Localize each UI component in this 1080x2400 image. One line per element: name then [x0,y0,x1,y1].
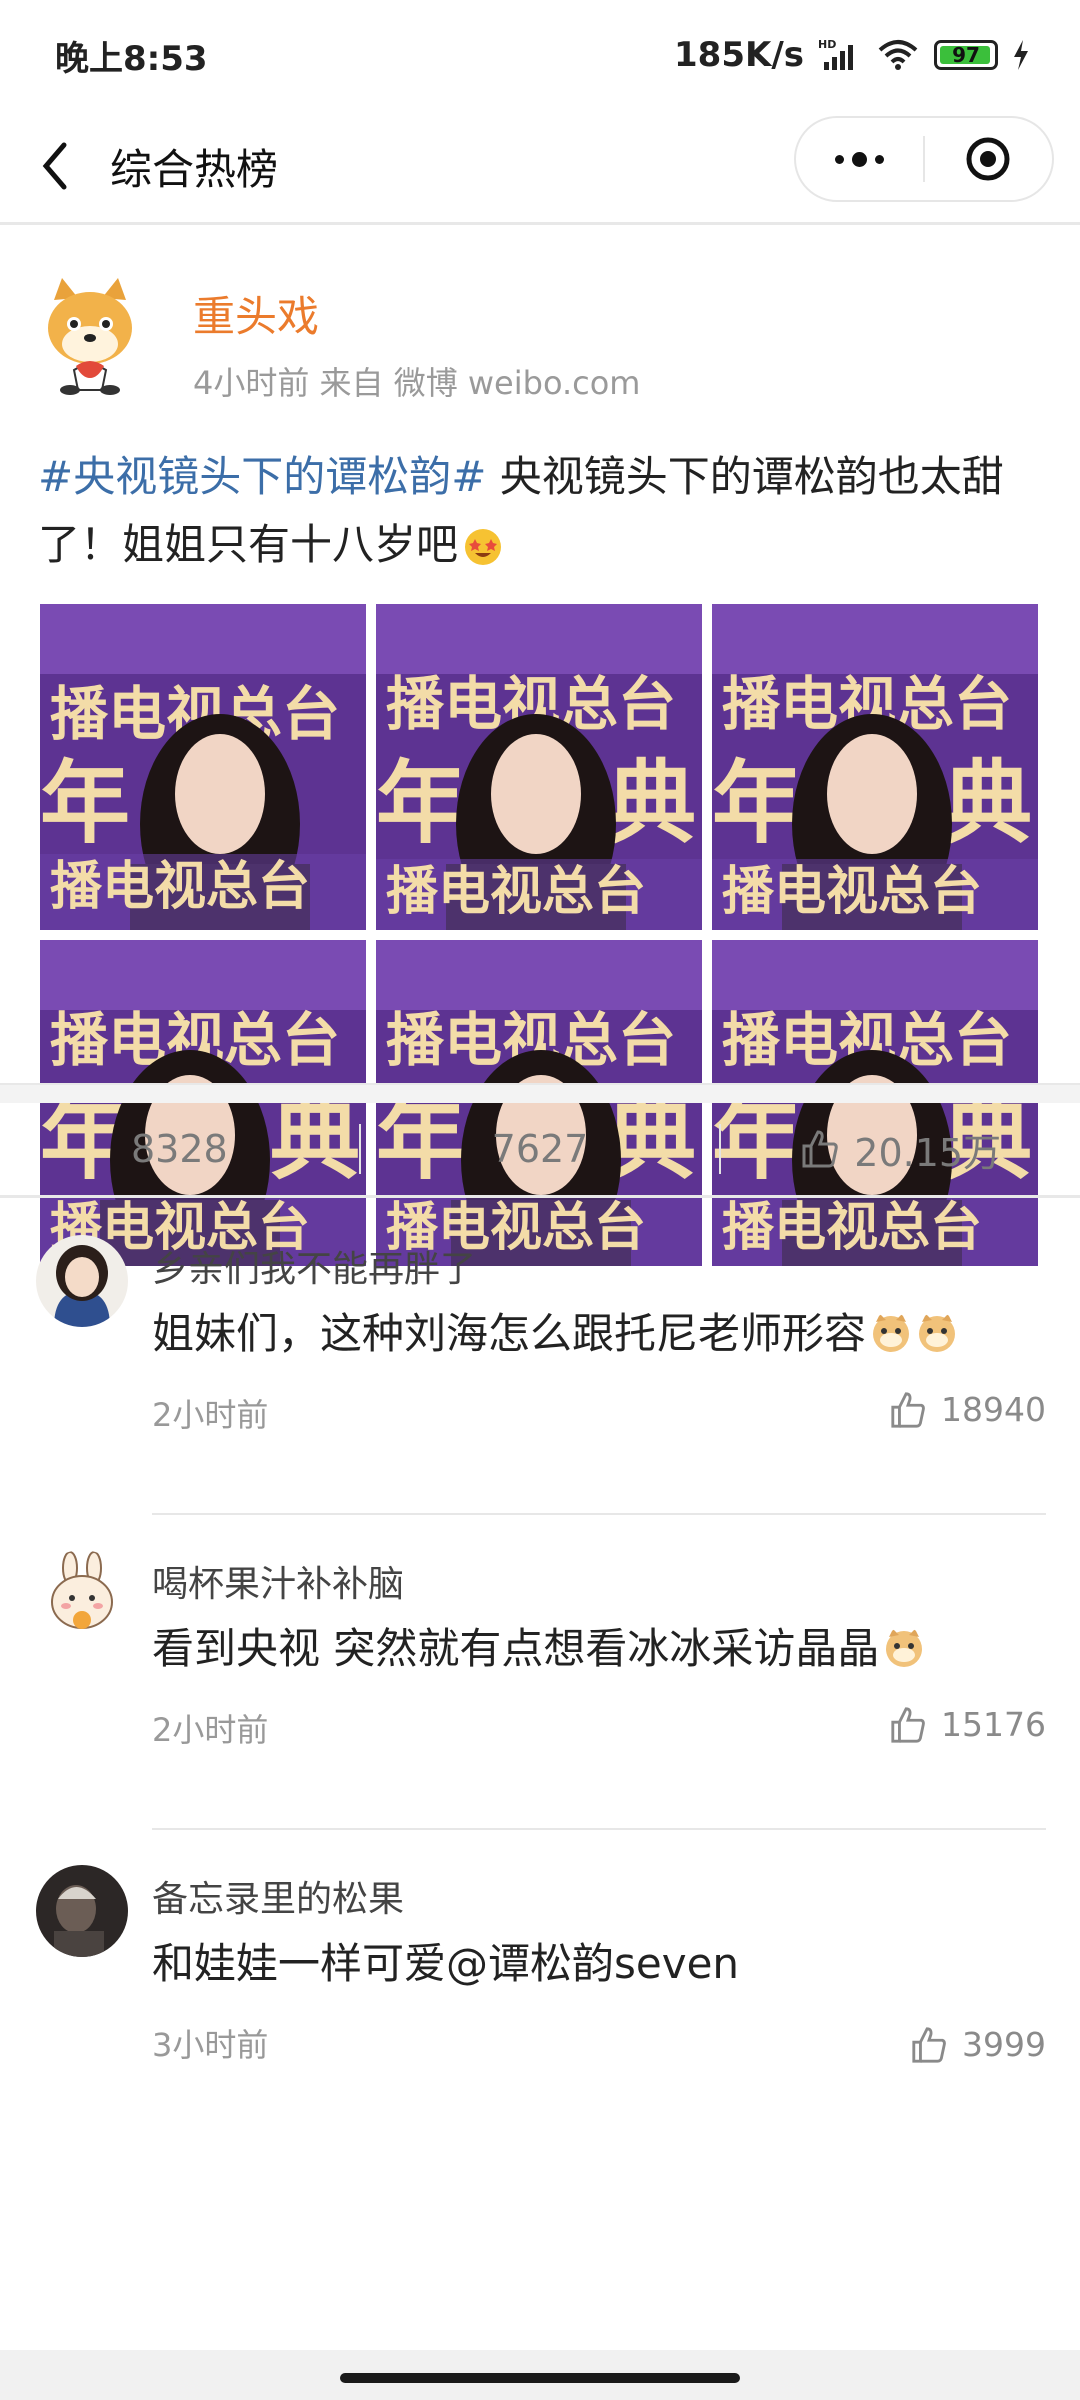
svg-text:播电视总台: 播电视总台 [722,862,982,922]
svg-text:播电视总台: 播电视总台 [50,857,310,917]
status-bar: 晚上8:53 185K/s HD 97 [0,0,1080,110]
post-image[interactable]: 播电视总台 年 典 播电视总台 [712,604,1038,930]
wifi-icon [878,40,918,70]
weibo-post: 重头戏 4小时前 来自 微博 weibo.com #央视镜头下的谭松韵# 央视镜… [0,228,1080,1266]
thumbs-up-icon [891,1391,925,1428]
starstruck-emoji [465,529,502,565]
comment-body: 和娃娃一样可爱@谭松韵seven [152,1939,740,1988]
svg-text:年: 年 [40,751,130,856]
comment-count: 7627 [491,1127,589,1171]
comment-username[interactable]: 备忘录里的松果 [152,1870,404,1922]
author-row: 重头戏 4小时前 来自 微博 weibo.com [0,228,1080,428]
svg-text:播电视总台: 播电视总台 [386,862,646,922]
comment-username[interactable]: 喝杯果汁补补脑 [152,1555,404,1607]
signal-icon: HD [818,38,853,70]
more-dots-icon [835,151,884,167]
user-avatar[interactable] [36,1550,128,1642]
status-icons: 185K/s HD 97 [674,35,1030,75]
page-title: 综合热榜 [110,144,279,194]
thumbs-up-icon [802,1130,839,1168]
doge-emoji [873,1314,910,1352]
post-image[interactable]: 播电视总台 年 典 播电视总台 [376,604,702,930]
capsule-menu [794,116,1054,202]
comment-time: 2小时前 [152,1711,269,1749]
comment-body: 看到央视 突然就有点想看冰冰采访晶晶 [152,1624,880,1673]
network-speed: 185K/s [674,35,804,75]
status-time: 晚上8:53 [55,38,208,79]
comment-like-count: 15176 [941,1705,1046,1744]
svg-text:HD: HD [818,38,836,51]
comment-like-button[interactable]: 18940 [889,1390,1046,1429]
comment-like-count: 3999 [962,2025,1046,2064]
comment-text: 看到央视 突然就有点想看冰冰采访晶晶 [152,1615,925,1676]
comment-item: 喝杯果汁补补脑 看到央视 突然就有点想看冰冰采访晶晶 2小时前 15176 [0,1515,1080,1830]
comment-button[interactable]: 7627 [361,1103,720,1195]
comment-time: 3小时前 [152,2026,269,2064]
action-bar: 8328 7627 20.15万 [0,1103,1080,1198]
battery-icon: 97 [934,40,998,70]
like-count: 20.15万 [854,1130,1002,1175]
battery-level: 97 [952,43,980,67]
svg-text:年: 年 [376,751,466,856]
doge-emoji [886,1629,923,1667]
home-indicator[interactable] [340,2373,740,2383]
user-avatar[interactable] [36,1235,128,1327]
thumbs-up-icon [891,1706,925,1743]
svg-text:典: 典 [942,751,1032,856]
post-text: #央视镜头下的谭松韵# 央视镜头下的谭松韵也太甜了！姐姐只有十八岁吧 [38,443,1048,579]
comment-time: 2小时前 [152,1396,269,1434]
charging-icon [1014,40,1028,70]
comment-text: 和娃娃一样可爱@谭松韵seven [152,1930,739,1991]
thumbs-up-icon [912,2026,946,2063]
close-button[interactable] [925,118,1052,200]
repost-button[interactable]: 8328 [0,1103,359,1195]
comment-body: 姐妹们，这种刘海怎么跟托尼老师形容 [152,1309,867,1358]
author-avatar[interactable] [40,278,140,398]
target-icon [966,137,1010,181]
nav-bar: 综合热榜 [0,110,1080,225]
like-button[interactable]: 20.15万 [721,1103,1080,1195]
section-divider [0,1083,1080,1103]
user-avatar[interactable] [36,1865,128,1957]
comment-item: 备忘录里的松果 和娃娃一样可爱@谭松韵seven 3小时前 3999 [0,1830,1080,2145]
author-name[interactable]: 重头戏 [193,283,319,344]
comment-text: 姐妹们，这种刘海怎么跟托尼老师形容 [152,1300,958,1361]
hashtag-link[interactable]: #央视镜头下的谭松韵# [38,452,486,501]
post-meta: 4小时前 来自 微博 weibo.com [193,364,641,402]
more-button[interactable] [796,118,923,200]
chevron-left-icon [42,142,67,190]
doge-emoji [919,1314,956,1352]
repost-count: 8328 [130,1127,228,1171]
comment-item: 乡亲们我不能再胖了 姐妹们，这种刘海怎么跟托尼老师形容 2小时前 18940 [0,1200,1080,1515]
comment-like-button[interactable]: 15176 [889,1705,1046,1744]
post-image[interactable]: 播电视总台 年 播电视总台 [40,604,366,930]
comment-username[interactable]: 乡亲们我不能再胖了 [152,1240,476,1292]
svg-text:典: 典 [606,751,696,856]
comment-like-count: 18940 [941,1390,1046,1429]
comment-like-button[interactable]: 3999 [910,2025,1046,2064]
back-button[interactable] [0,110,110,222]
svg-text:年: 年 [712,751,802,856]
